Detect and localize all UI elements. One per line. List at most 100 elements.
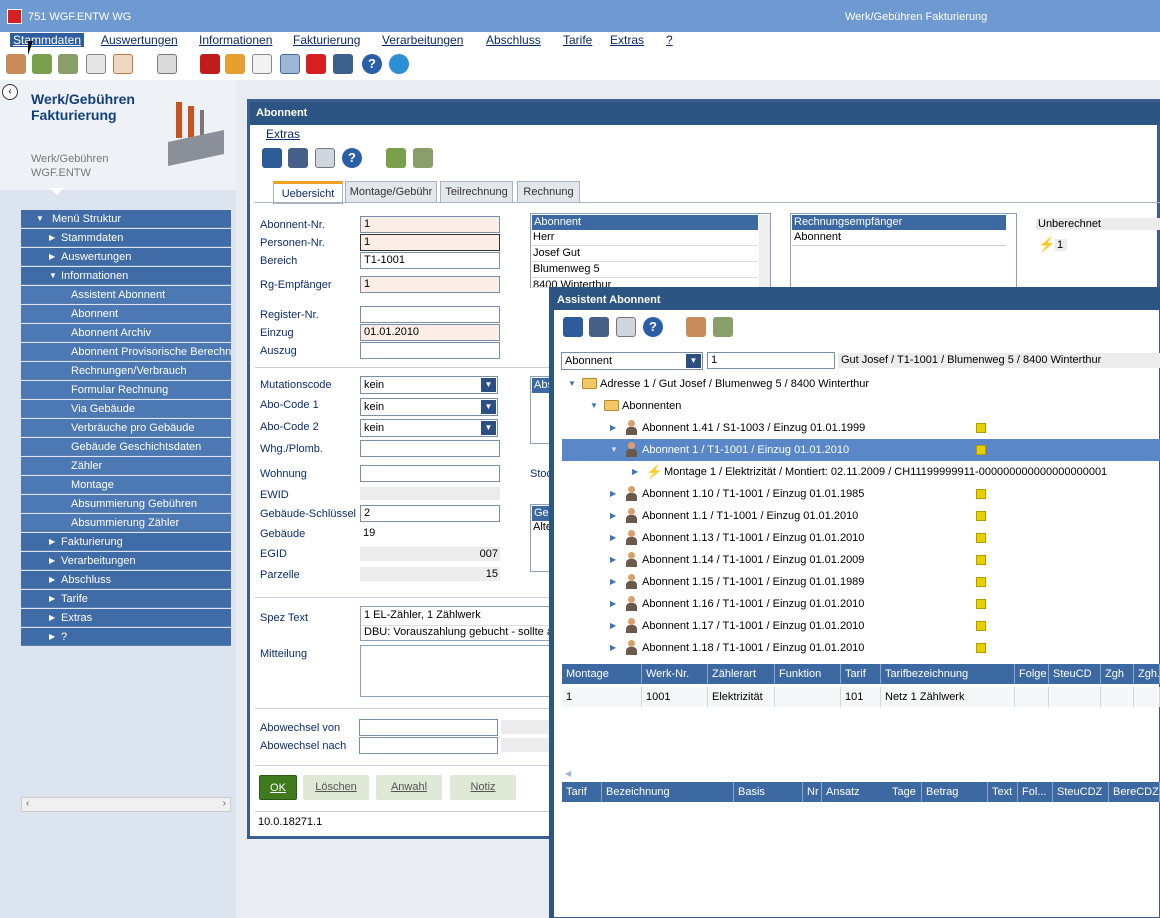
abonnent-nr-field[interactable]: 1 xyxy=(360,216,500,233)
nav-item[interactable]: ▼ Menü Struktur xyxy=(21,210,231,228)
tree-node[interactable]: ▶ Abonnent 1.18 / T1-1001 / Einzug 01.01.… xyxy=(562,637,1160,659)
table-cell[interactable]: 1 xyxy=(562,687,642,707)
nav-item[interactable]: Abonnent Provisorische Berechn xyxy=(21,343,231,361)
address-row[interactable]: Blumenweg 5 xyxy=(531,262,758,278)
spez-text-area[interactable]: 1 EL-Zähler, 1 Zählwerk DBU: Vorauszahlu… xyxy=(360,606,552,641)
table-cell[interactable] xyxy=(1049,687,1101,707)
chevron-right-icon[interactable]: ▶ xyxy=(610,417,616,439)
grid-icon[interactable] xyxy=(280,54,300,74)
gebaeude-schluessel-field[interactable]: 2 xyxy=(360,505,500,522)
column-header[interactable]: Tarifbezeichnung xyxy=(881,664,1015,684)
house-person-icon[interactable] xyxy=(58,54,78,74)
mutationscode-select[interactable]: kein ▼ xyxy=(360,376,498,394)
column-header[interactable]: Nr xyxy=(803,782,822,802)
nav-item[interactable]: ▶ Tarife xyxy=(21,590,231,608)
menu-tarife[interactable]: Tarife xyxy=(563,33,592,47)
tab-montagegebhr[interactable]: Montage/Gebühr xyxy=(345,181,437,203)
table-cell[interactable]: Elektrizität xyxy=(708,687,775,707)
nav-item[interactable]: ▶ Auswertungen xyxy=(21,248,231,266)
anwahl-button[interactable]: Anwahl xyxy=(376,775,442,800)
abowechsel-nach-field[interactable] xyxy=(359,737,498,754)
nav-item[interactable]: Via Gebäude xyxy=(21,400,231,418)
column-header[interactable]: Ansatz xyxy=(822,782,889,802)
tree-node[interactable]: ▶ Abonnent 1.17 / T1-1001 / Einzug 01.01.… xyxy=(562,615,1160,637)
chevron-right-icon[interactable]: ▶ xyxy=(610,637,616,659)
tab-rechnung[interactable]: Rechnung xyxy=(517,181,580,203)
chevron-down-icon[interactable]: ▼ xyxy=(590,395,598,417)
bereich-field[interactable]: T1-1001 xyxy=(360,252,500,269)
whg-plomb-field[interactable] xyxy=(360,440,500,457)
table-cell[interactable]: Netz 1 Zählwerk xyxy=(881,687,1015,707)
column-header[interactable]: Zgh. xyxy=(1134,664,1160,684)
einzug-field[interactable]: 01.01.2010 xyxy=(360,324,500,341)
table-cell[interactable] xyxy=(775,687,841,707)
printer-icon[interactable] xyxy=(333,54,353,74)
notiz-button[interactable]: Notiz xyxy=(450,775,516,800)
chevron-right-icon[interactable]: ▶ xyxy=(610,571,616,593)
rechnungsempfaenger-list[interactable]: Rechnungsempfänger Abonnent xyxy=(790,213,1017,288)
nav-item[interactable]: Verbräuche pro Gebäude xyxy=(21,419,231,437)
column-header[interactable]: SteuCDZ xyxy=(1053,782,1109,802)
abowechsel-von-field[interactable] xyxy=(359,719,498,736)
wohnung-field[interactable] xyxy=(360,465,500,482)
nav-item[interactable]: Absummierung Zähler xyxy=(21,514,231,532)
menu-[interactable]: ? xyxy=(666,33,673,47)
chevron-right-icon[interactable]: ▶ xyxy=(610,549,616,571)
tree-node[interactable]: ▶ Abonnent 1.14 / T1-1001 / Einzug 01.01.… xyxy=(562,549,1160,571)
person-edit-icon[interactable] xyxy=(32,54,52,74)
column-header[interactable]: Folge xyxy=(1015,664,1049,684)
nav-item[interactable]: ▶ Verarbeitungen xyxy=(21,552,231,570)
nav-item[interactable]: Absummierung Gebühren xyxy=(21,495,231,513)
tree-node[interactable]: ▶ Abonnent 1.13 / T1-1001 / Einzug 01.01.… xyxy=(562,527,1160,549)
table-cell[interactable]: 101 xyxy=(841,687,881,707)
assistent-search-input[interactable]: 1 xyxy=(707,352,835,369)
help-icon[interactable]: ? xyxy=(362,54,382,74)
nav-item[interactable]: Abonnent xyxy=(21,305,231,323)
menu-informationen[interactable]: Informationen xyxy=(199,33,272,47)
assistent-type-select[interactable]: Abonnent ▼ xyxy=(561,352,703,370)
tree-node[interactable]: ▶ Abonnent 1.10 / T1-1001 / Einzug 01.01.… xyxy=(562,483,1160,505)
tree-node[interactable]: ▼ Abonnenten xyxy=(562,395,1160,417)
abo-code-1-select[interactable]: kein ▼ xyxy=(360,398,498,416)
column-header[interactable]: Basis xyxy=(734,782,803,802)
nav-item[interactable]: ▼ Informationen xyxy=(21,267,231,285)
nav-item[interactable]: ▶ Extras xyxy=(21,609,231,627)
tree-node[interactable]: ▼ Adresse 1 / Gut Josef / Blumenweg 5 / 8… xyxy=(562,373,1160,395)
menu-extras[interactable]: Extras xyxy=(610,33,644,47)
chevron-right-icon[interactable]: ▶ xyxy=(610,615,616,637)
nav-item[interactable]: ▶ Stammdaten xyxy=(21,229,231,247)
calculator-report-icon[interactable] xyxy=(157,54,177,74)
auszug-field[interactable] xyxy=(360,342,500,359)
chevron-down-icon[interactable]: ▼ xyxy=(568,373,576,395)
nav-item[interactable]: ▶? xyxy=(21,628,231,646)
calculator-icon[interactable] xyxy=(225,54,245,74)
address-row[interactable]: Josef Gut xyxy=(531,246,758,262)
address-scroll[interactable] xyxy=(759,215,770,287)
chevron-right-icon[interactable]: ▶ xyxy=(632,461,638,483)
nav-item[interactable]: Formular Rechnung xyxy=(21,381,231,399)
collapse-panel-icon[interactable]: ‹ xyxy=(2,84,18,100)
ruf-logo-icon[interactable] xyxy=(306,54,326,74)
checklist-icon[interactable] xyxy=(252,54,272,74)
tree-node[interactable]: ▼ Abonnent 1 / T1-1001 / Einzug 01.01.201… xyxy=(562,439,1160,461)
tree-node[interactable]: ▶ Abonnent 1.41 / S1-1003 / Einzug 01.01.… xyxy=(562,417,1160,439)
tree-node[interactable]: ▶ ⚡ Montage 1 / Elektrizität / Montiert: 0… xyxy=(562,461,1160,483)
menu-fakturierung[interactable]: Fakturierung xyxy=(293,33,360,47)
table-cell[interactable] xyxy=(1101,687,1134,707)
tree-node[interactable]: ▶ Abonnent 1.15 / T1-1001 / Einzug 01.01.… xyxy=(562,571,1160,593)
nav-item[interactable]: Montage xyxy=(21,476,231,494)
teamviewer-icon[interactable] xyxy=(389,54,409,74)
house-person-icon[interactable] xyxy=(413,148,433,168)
column-header[interactable]: Bezeichnung xyxy=(602,782,734,802)
table-cell[interactable] xyxy=(1015,687,1049,707)
menu-stammdaten[interactable]: Stammdaten xyxy=(10,33,85,47)
rg-empfaenger-field[interactable]: 1 xyxy=(360,276,500,293)
table-scroll-left-icon[interactable]: ◀ xyxy=(565,769,571,778)
save-icon[interactable] xyxy=(262,148,282,168)
column-header[interactable]: Zählerart xyxy=(708,664,775,684)
nav-item[interactable]: Rechnungen/Verbrauch xyxy=(21,362,231,380)
nav-item[interactable]: Abonnent Archiv xyxy=(21,324,231,342)
preview-icon[interactable] xyxy=(315,148,335,168)
tree-node[interactable]: ▶ Abonnent 1.1 / T1-1001 / Einzug 01.01.2… xyxy=(562,505,1160,527)
add-person-icon[interactable] xyxy=(686,317,706,337)
